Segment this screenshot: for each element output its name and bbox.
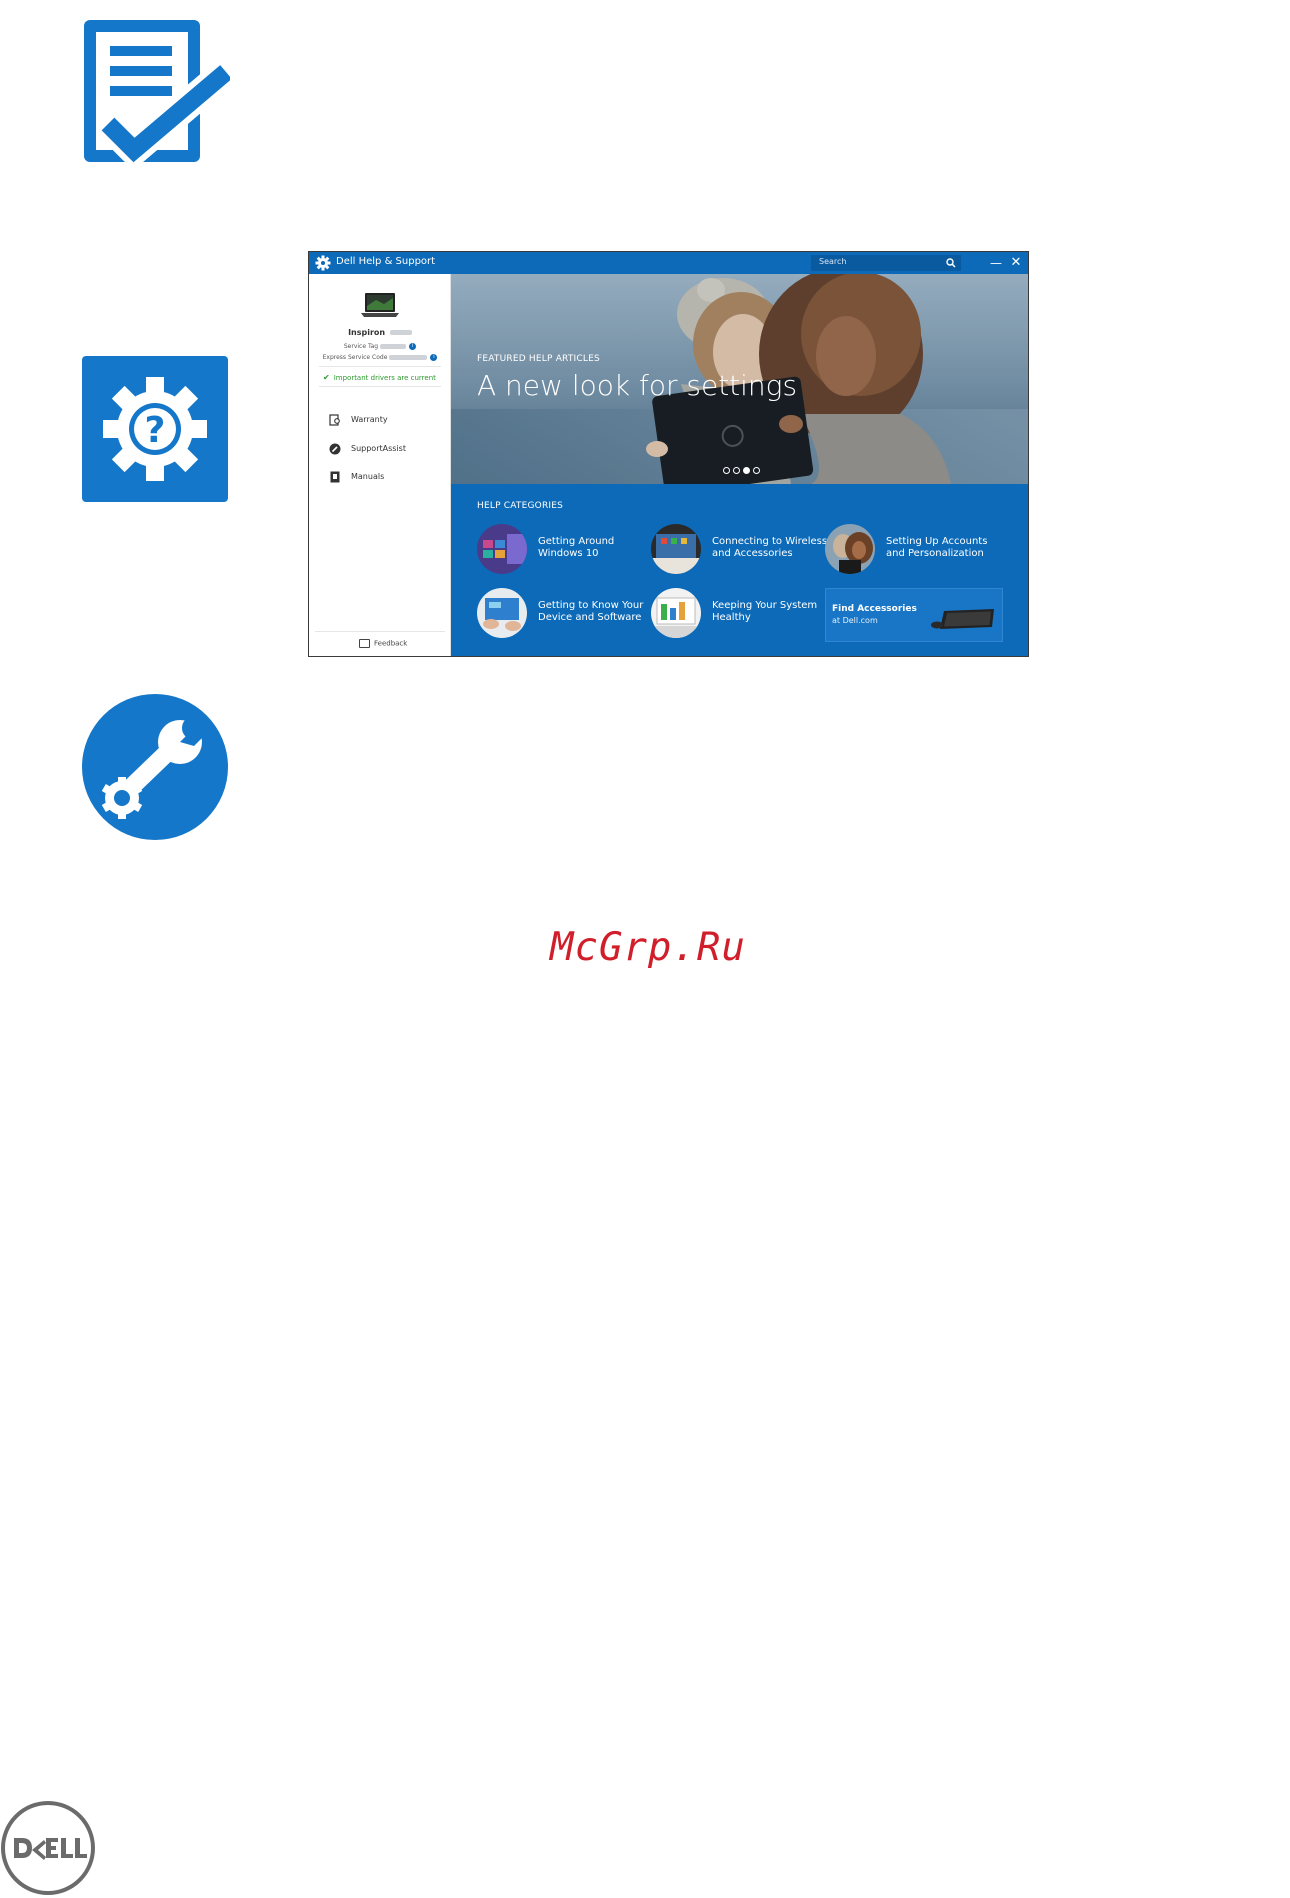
carousel-dot[interactable] — [733, 467, 740, 474]
system-health-thumbnail — [651, 588, 701, 638]
wireless-thumbnail — [651, 524, 701, 574]
accounts-thumbnail — [825, 524, 875, 574]
express-service-code: Express Service Code i — [309, 354, 451, 361]
category-label: Keeping Your System Healthy — [712, 600, 818, 623]
search-icon[interactable] — [945, 257, 957, 269]
supportassist-icon — [329, 443, 341, 455]
app-gear-icon — [315, 255, 331, 271]
windows-thumbnail — [477, 524, 527, 574]
find-accessories-card[interactable]: Find Accessories at Dell.com — [825, 588, 1003, 642]
svg-text:?: ? — [145, 410, 166, 451]
feedback-button[interactable]: Feedback — [359, 639, 407, 648]
window-title: Dell Help & Support — [336, 256, 436, 267]
help-gear-icon: ? — [82, 356, 228, 502]
dell-logo — [1, 1801, 95, 1895]
manuals-icon — [330, 471, 340, 483]
express-code-info-icon[interactable]: i — [430, 354, 438, 361]
help-categories-heading: HELP CATEGORIES — [477, 501, 564, 511]
keyboard-mouse-image — [931, 609, 994, 629]
drivers-status[interactable]: ✔ Important drivers are current — [323, 373, 436, 382]
watermark-text: McGrp.Ru — [550, 925, 746, 970]
device-name: Inspiron — [309, 328, 451, 337]
search-placeholder: Search — [819, 257, 847, 266]
divider — [319, 366, 441, 367]
sidebar: Inspiron Service Tag i Express Service Co… — [309, 274, 451, 656]
device-thumbnail — [477, 588, 527, 638]
minimize-button[interactable]: — — [989, 256, 1003, 270]
accessories-subtitle: at Dell.com — [832, 616, 878, 625]
carousel-dot[interactable] — [723, 467, 730, 474]
featured-label: FEATURED HELP ARTICLES — [477, 354, 600, 364]
carousel-dot[interactable] — [753, 467, 760, 474]
service-tag: Service Tag i — [309, 343, 451, 350]
featured-article-banner[interactable]: FEATURED HELP ARTICLES A new look for se… — [451, 274, 1028, 484]
help-categories-panel: HELP CATEGORIES Getting Around Windows 10 — [451, 484, 1028, 656]
close-button[interactable]: ✕ — [1009, 256, 1023, 270]
support-wrench-icon — [82, 694, 228, 840]
warranty-icon — [329, 414, 340, 426]
search-input[interactable]: Search — [811, 255, 961, 271]
carousel-dot-active[interactable] — [743, 467, 750, 474]
divider — [319, 386, 441, 387]
laptop-image — [361, 293, 399, 317]
category-label: Connecting to Wireless and Accessories — [712, 536, 828, 559]
checklist-icon — [84, 20, 230, 165]
checkmark-icon: ✔ — [323, 373, 330, 382]
category-label: Getting Around Windows 10 — [538, 536, 615, 559]
title-bar: Dell Help & Support Search — ✕ — [309, 252, 1028, 274]
divider — [315, 631, 445, 632]
service-tag-info-icon[interactable]: i — [409, 343, 417, 350]
accessories-title: Find Accessories — [832, 604, 917, 614]
category-label: Setting Up Accounts and Personalization — [886, 536, 988, 559]
category-label: Getting to Know Your Device and Software — [538, 600, 644, 623]
featured-article-title[interactable]: A new look for settings — [477, 369, 797, 402]
feedback-icon — [359, 639, 370, 648]
dell-help-support-window: Dell Help & Support Search — ✕ Inspiron … — [308, 251, 1029, 657]
